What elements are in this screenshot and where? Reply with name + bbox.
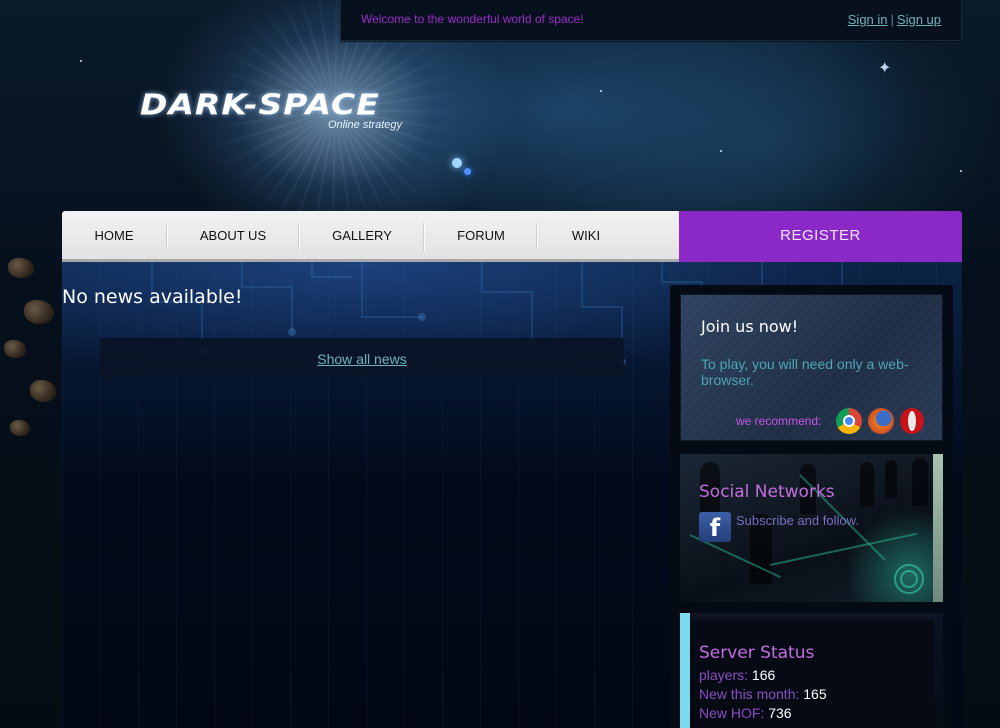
nav-gallery[interactable]: GALLERY (326, 211, 398, 259)
server-status-title: Server Status (699, 643, 815, 663)
nav-divider (536, 223, 537, 251)
sidebar: Join us now! To play, you will need only… (670, 285, 953, 728)
stat-value: 166 (751, 667, 776, 683)
nav-divider (423, 223, 424, 251)
join-panel: Join us now! To play, you will need only… (680, 294, 943, 441)
join-text: To play, you will need only a web-browse… (701, 356, 909, 388)
star (80, 60, 82, 62)
silhouette (912, 458, 928, 506)
asteroid (30, 380, 56, 402)
network-line (769, 532, 917, 566)
sign-in-link[interactable]: Sign in (848, 12, 888, 27)
silhouette (885, 460, 897, 498)
auth-links: Sign in | Sign up (848, 12, 941, 27)
star (464, 168, 471, 175)
chrome-icon[interactable] (836, 408, 862, 434)
network-node (900, 570, 918, 588)
asteroid (10, 420, 30, 436)
stat-new-this-month: New this month: 165 (699, 686, 827, 702)
nav-about-us[interactable]: ABOUT US (194, 211, 272, 259)
asteroid (24, 300, 54, 324)
site-logo[interactable]: DARK-SPACE Online strategy (140, 88, 402, 131)
stat-players: players: 166 (699, 667, 775, 683)
star (600, 90, 602, 92)
logo-tagline: Online strategy (328, 119, 402, 131)
no-news-message: No news available! (62, 286, 243, 308)
nav-divider (166, 223, 167, 251)
sign-up-link[interactable]: Sign up (897, 12, 941, 27)
social-title: Social Networks (699, 482, 835, 502)
opera-icon[interactable] (900, 408, 924, 434)
show-all-news-link[interactable]: Show all news (317, 351, 407, 367)
silhouette (860, 462, 874, 506)
nav-divider (298, 223, 299, 251)
facebook-icon[interactable]: f (699, 512, 731, 542)
star (452, 158, 462, 168)
auth-separator: | (890, 12, 894, 27)
server-status-panel: Server Status players: 166 New this mont… (680, 613, 943, 728)
stat-value: 736 (768, 705, 792, 721)
star (720, 150, 722, 152)
stat-label: players: (699, 667, 749, 683)
nav-home[interactable]: HOME (84, 211, 144, 259)
stat-value: 165 (803, 686, 827, 702)
firefox-icon[interactable] (868, 408, 894, 434)
stat-new-hof: New HOF: 736 (699, 705, 792, 721)
nav-wiki[interactable]: WIKI (562, 211, 610, 259)
main-nav: HOME ABOUT US GALLERY FORUM WIKI (62, 211, 679, 262)
asteroid (8, 258, 34, 278)
stat-label: New HOF: (699, 705, 765, 721)
logo-name: DARK-SPACE (140, 88, 380, 122)
sparkle-icon: ✦ (878, 60, 892, 77)
subscribe-text: Subscribe and follow. (736, 513, 859, 528)
star (960, 170, 962, 172)
register-button[interactable]: REGISTER (679, 211, 962, 262)
stat-label: New this month: (699, 686, 800, 702)
panel-edge (933, 454, 943, 602)
social-panel: Social Networks f Subscribe and follow. (680, 454, 943, 602)
recommend-label: we recommend: (736, 414, 822, 428)
welcome-text: Welcome to the wonderful world of space! (361, 12, 584, 26)
nav-forum[interactable]: FORUM (450, 211, 512, 259)
top-bar: Welcome to the wonderful world of space!… (340, 0, 962, 41)
news-box: Show all news (100, 338, 624, 378)
asteroid (4, 340, 26, 358)
join-title: Join us now! (701, 317, 799, 336)
